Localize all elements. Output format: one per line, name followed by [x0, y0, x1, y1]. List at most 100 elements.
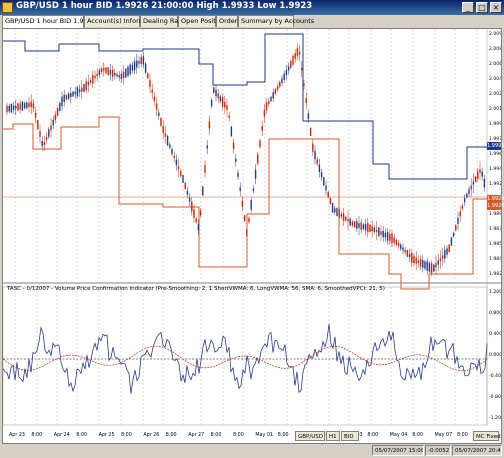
candle-body: [329, 198, 332, 205]
candle-body: [48, 129, 50, 137]
candle-body: [327, 191, 329, 198]
tab-dealing-rates[interactable]: Dealing Rates: [140, 15, 188, 27]
app-icon: [2, 2, 13, 13]
candle-body: [395, 239, 398, 245]
tab-open-positions[interactable]: Open Positions: [178, 15, 229, 27]
candle-body: [351, 221, 354, 226]
candle-body: [26, 102, 28, 108]
candle-body: [50, 125, 52, 131]
candle-body: [426, 261, 428, 271]
candle-body: [210, 99, 213, 107]
candle-body: [171, 148, 173, 155]
candle-body: [175, 159, 178, 166]
candle-body: [384, 233, 387, 238]
candle-body: [105, 67, 107, 74]
candle-body: [336, 208, 338, 216]
price-tick-label: 2.00970: [489, 31, 501, 37]
candle-body: [428, 262, 431, 272]
candle-body: [109, 69, 112, 75]
close-button[interactable]: ×: [490, 2, 502, 13]
candle-body: [285, 70, 288, 76]
candle-body: [272, 92, 274, 99]
candle-body: [254, 169, 257, 179]
side-selector[interactable]: BID: [341, 431, 359, 441]
price-tick-label: 1.99270: [489, 181, 501, 187]
candle-body: [206, 145, 208, 149]
candle-body: [479, 169, 481, 173]
candle-body: [160, 118, 162, 126]
candle-body: [230, 126, 233, 137]
period-selector[interactable]: H1: [326, 431, 340, 441]
time-tick-label: 8:00: [278, 432, 289, 438]
price-tick-label: 1.98760: [489, 226, 501, 232]
tab-account-info[interactable]: Account(s) Information: [84, 15, 161, 27]
status-time: 05/07/2007 20:47:19: [452, 445, 502, 456]
candle-body: [65, 95, 68, 100]
price-tick-label: 1.99610: [489, 151, 501, 157]
candle-body: [89, 80, 92, 83]
candle-body: [265, 102, 268, 111]
chart-area[interactable]: 2.00970 2.00800 2.00630 2.00460 2.00290 2.001…: [2, 28, 504, 444]
minimize-button[interactable]: _: [462, 2, 474, 13]
candle-body: [129, 64, 131, 75]
candle-body: [100, 68, 103, 73]
candle-body: [10, 103, 13, 113]
time-tick-label: Apr 27: [188, 432, 204, 438]
candle-body: [320, 172, 323, 178]
candle-body: [239, 187, 241, 192]
candle-body: [149, 79, 151, 88]
tab-chart[interactable]: GBP/USD 1 hour BID 1.9926 21:00:00: [2, 15, 127, 28]
tab-summary-accounts[interactable]: Summary by Accounts: [238, 15, 314, 27]
candle-body: [263, 109, 266, 117]
candle-body: [76, 87, 79, 97]
symbol-selector[interactable]: GBP/USD: [295, 431, 325, 441]
candle-body: [312, 143, 314, 152]
indicator-tick-label: 1.200000: [489, 289, 501, 295]
candle-body: [448, 244, 450, 253]
candle-body: [127, 66, 129, 76]
candle-body: [133, 61, 136, 71]
candle-body: [378, 227, 380, 237]
candle-body: [316, 159, 318, 164]
candle-body: [204, 165, 206, 173]
candle-body: [184, 182, 186, 190]
candle-body: [298, 51, 301, 55]
candle-body: [466, 193, 468, 198]
candle-body: [180, 170, 182, 177]
time-tick-label: May 07: [435, 432, 453, 438]
candle-body: [43, 142, 46, 146]
candle-body: [107, 67, 109, 76]
time-tick-label: Apr 24: [54, 432, 70, 438]
candle-body: [349, 218, 351, 226]
maximize-button[interactable]: □: [476, 2, 488, 13]
candle-body: [237, 172, 239, 177]
tab-orders[interactable]: Orders: [216, 15, 241, 27]
candle-body: [34, 112, 37, 118]
price-tick-label: 2.00800: [489, 46, 501, 52]
candle-body: [397, 242, 400, 247]
candle-body: [446, 248, 448, 255]
candle-body: [444, 250, 446, 259]
candle-body: [483, 178, 486, 188]
candle-body: [78, 89, 81, 93]
candle-body: [455, 225, 457, 230]
price-tick-label: 1.98420: [489, 256, 501, 262]
indicator-tick-label: 0.400000: [489, 331, 501, 337]
candle-body: [8, 105, 10, 112]
candle-body: [136, 60, 138, 68]
candle-body: [32, 103, 35, 109]
candle-body: [402, 247, 404, 251]
candle-body: [364, 223, 367, 231]
candle-body: [213, 87, 215, 93]
candle-body: [142, 56, 145, 65]
candle-body: [292, 55, 294, 65]
chart-canvas[interactable]: 2.00970 2.00800 2.00630 2.00460 2.00290 2.001…: [3, 29, 501, 443]
time-tick-label: Apr 25: [99, 432, 115, 438]
candle-body: [367, 223, 369, 233]
price-tick-label: 1.98250: [489, 271, 501, 277]
candle-body: [162, 126, 164, 133]
status-bar: 05/07/2007 15:00 -0.0052 05/07/2007 20:4…: [0, 444, 504, 458]
candle-body: [87, 81, 90, 86]
mode-selector[interactable]: MC Fixed: [473, 431, 501, 441]
candle-body: [173, 155, 175, 159]
